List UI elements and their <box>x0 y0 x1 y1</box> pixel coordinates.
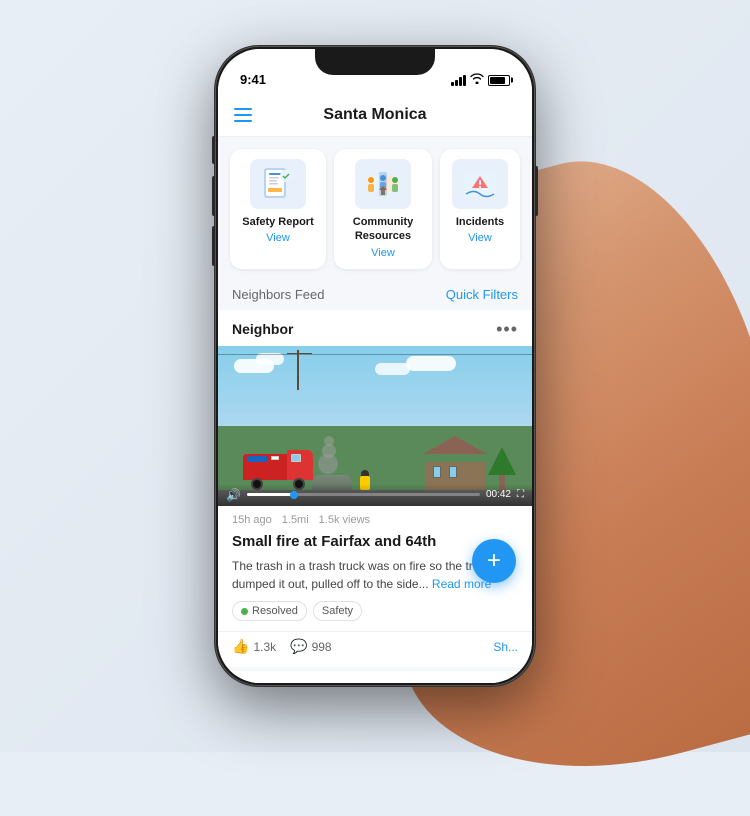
status-time: 9:41 <box>240 72 266 87</box>
post-header: Neighbor ••• <box>218 310 532 346</box>
resolved-tag[interactable]: Resolved <box>232 601 307 621</box>
post-distance: 1.5mi <box>282 514 309 526</box>
progress-fill <box>247 493 294 496</box>
house-roof <box>423 436 487 454</box>
second-post-author: Neighbor <box>232 682 293 683</box>
video-time: 00:42 <box>486 489 511 500</box>
more-options-button[interactable]: ••• <box>496 320 518 338</box>
phone-frame: 9:41 <box>215 46 535 686</box>
safety-report-icon <box>250 159 306 209</box>
feature-cards-section: Safety Report View <box>218 137 532 277</box>
post-actions: 👍 1.3k 💬 998 Sh... <box>218 631 532 667</box>
cloud <box>406 356 456 371</box>
safety-report-link[interactable]: View <box>266 232 290 244</box>
power-button <box>535 166 538 216</box>
power-pole-arm <box>287 353 312 355</box>
truck-cab <box>287 450 313 480</box>
share-button[interactable]: Sh... <box>493 640 518 654</box>
fab-button[interactable]: + <box>472 539 516 583</box>
safety-label: Safety <box>322 605 353 617</box>
post-tags: Resolved Safety <box>218 601 532 631</box>
phone-screen: 9:41 <box>218 49 532 683</box>
safety-report-card[interactable]: Safety Report View <box>230 149 326 269</box>
status-icons <box>451 73 510 87</box>
second-post-header: Neighbor ••• <box>218 671 532 683</box>
post-meta: 15h ago 1.5mi 1.5k views <box>218 506 532 530</box>
safety-tag[interactable]: Safety <box>313 601 362 621</box>
app-content: Santa Monica <box>218 93 532 683</box>
battery-icon <box>488 75 510 86</box>
incidents-icon <box>452 159 508 209</box>
thumbs-up-icon: 👍 <box>232 638 249 655</box>
progress-dot <box>290 491 298 499</box>
post-views: 1.5k views <box>319 514 370 526</box>
like-button[interactable]: 👍 1.3k <box>232 638 276 655</box>
power-line <box>218 354 532 355</box>
volume-up-button <box>212 176 215 216</box>
safety-report-title: Safety Report <box>242 215 314 229</box>
volume-icon[interactable]: 🔊 <box>226 488 241 502</box>
comment-button[interactable]: 💬 998 <box>290 638 331 655</box>
post-card: Neighbor ••• <box>218 310 532 668</box>
phone-mockup: 9:41 <box>215 46 535 686</box>
notch <box>315 49 435 75</box>
video-controls: 🔊 00:42 ⛶ <box>218 484 532 506</box>
tree-top <box>488 447 516 475</box>
post-time: 15h ago <box>232 514 272 526</box>
second-post-more-button[interactable]: ••• <box>496 681 518 683</box>
incidents-link[interactable]: View <box>468 232 492 244</box>
volume-down-button <box>212 226 215 266</box>
feed-section: Neighbors Feed Quick Filters Neighbor ••… <box>218 277 532 683</box>
incidents-card[interactable]: Incidents View <box>440 149 520 269</box>
community-resources-card[interactable]: Community Resources View <box>334 149 432 269</box>
resolved-dot <box>241 608 248 615</box>
community-resources-icon <box>355 159 411 209</box>
add-icon: + <box>487 549 501 573</box>
mute-button <box>212 136 215 164</box>
post-video[interactable]: 🔊 00:42 ⛶ <box>218 346 532 506</box>
feed-title: Neighbors Feed <box>232 287 325 302</box>
like-count: 1.3k <box>253 640 276 654</box>
comment-count: 998 <box>312 640 332 654</box>
post-author: Neighbor <box>232 321 293 337</box>
cloud <box>375 363 410 375</box>
quick-filters-button[interactable]: Quick Filters <box>446 287 518 302</box>
feed-header: Neighbors Feed Quick Filters <box>218 277 532 310</box>
community-resources-title: Community Resources <box>344 215 422 244</box>
top-navigation: Santa Monica <box>218 93 532 137</box>
menu-button[interactable] <box>234 108 252 122</box>
video-scene <box>218 346 532 506</box>
video-progress-bar[interactable] <box>247 493 480 496</box>
fullscreen-icon[interactable]: ⛶ <box>517 489 524 500</box>
comment-icon: 💬 <box>290 638 307 655</box>
sky <box>218 346 532 434</box>
wifi-icon <box>470 73 484 87</box>
signal-icon <box>451 75 466 86</box>
resolved-label: Resolved <box>252 605 298 617</box>
community-resources-link[interactable]: View <box>371 247 395 259</box>
page-title: Santa Monica <box>323 106 426 124</box>
incidents-title: Incidents <box>456 215 504 229</box>
power-pole <box>297 350 299 390</box>
